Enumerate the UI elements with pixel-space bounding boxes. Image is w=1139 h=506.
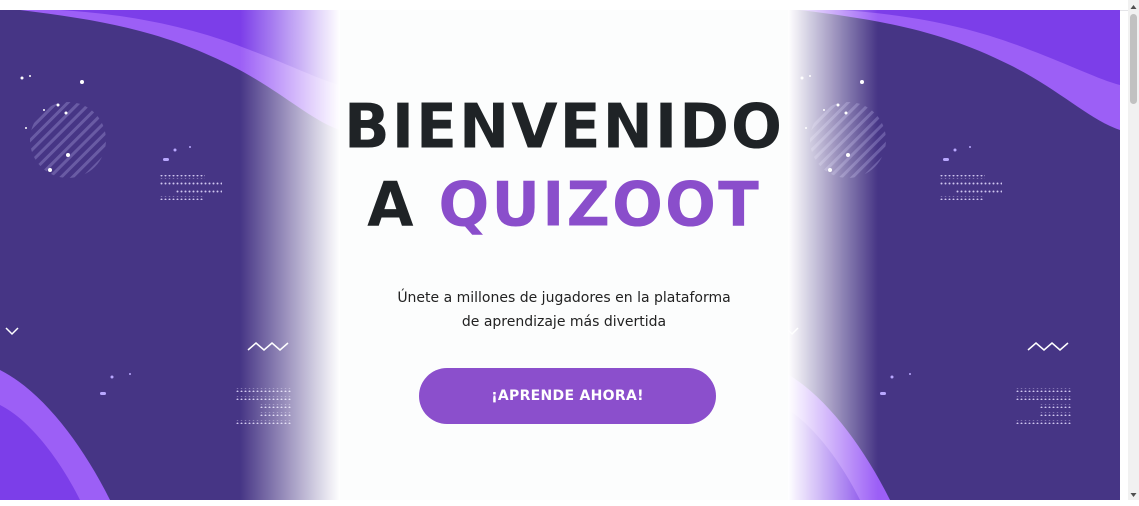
hero-subtitle: Únete a millones de jugadores en la plat… [397, 290, 731, 330]
hero-section: BIENVENIDO A QUIZOOT Únete a millones de… [340, 10, 788, 500]
hero-title-line-2: A QUIZOOT [340, 169, 788, 240]
scroll-thumb[interactable] [1130, 14, 1137, 104]
hero-title-line-1: BIENVENIDO [343, 91, 785, 163]
triangle-down-icon [1130, 493, 1137, 497]
left-decorative-banner [0, 10, 340, 500]
right-decorative-banner [788, 10, 1128, 500]
triangle-up-icon [1130, 5, 1137, 9]
wave-dots-pattern-left [0, 10, 340, 500]
vertical-scrollbar[interactable] [1128, 0, 1139, 500]
scroll-down-button[interactable] [1128, 488, 1139, 500]
scroll-up-button[interactable] [1128, 0, 1139, 12]
learn-now-button[interactable]: ¡APRENDE AHORA! [419, 368, 716, 424]
wave-dots-pattern-right [788, 10, 1121, 500]
brand-name: QUIZOOT [438, 169, 761, 241]
page-viewport: BIENVENIDO A QUIZOOT Únete a millones de… [0, 0, 1128, 500]
hero-title-prefix: A [367, 169, 439, 241]
